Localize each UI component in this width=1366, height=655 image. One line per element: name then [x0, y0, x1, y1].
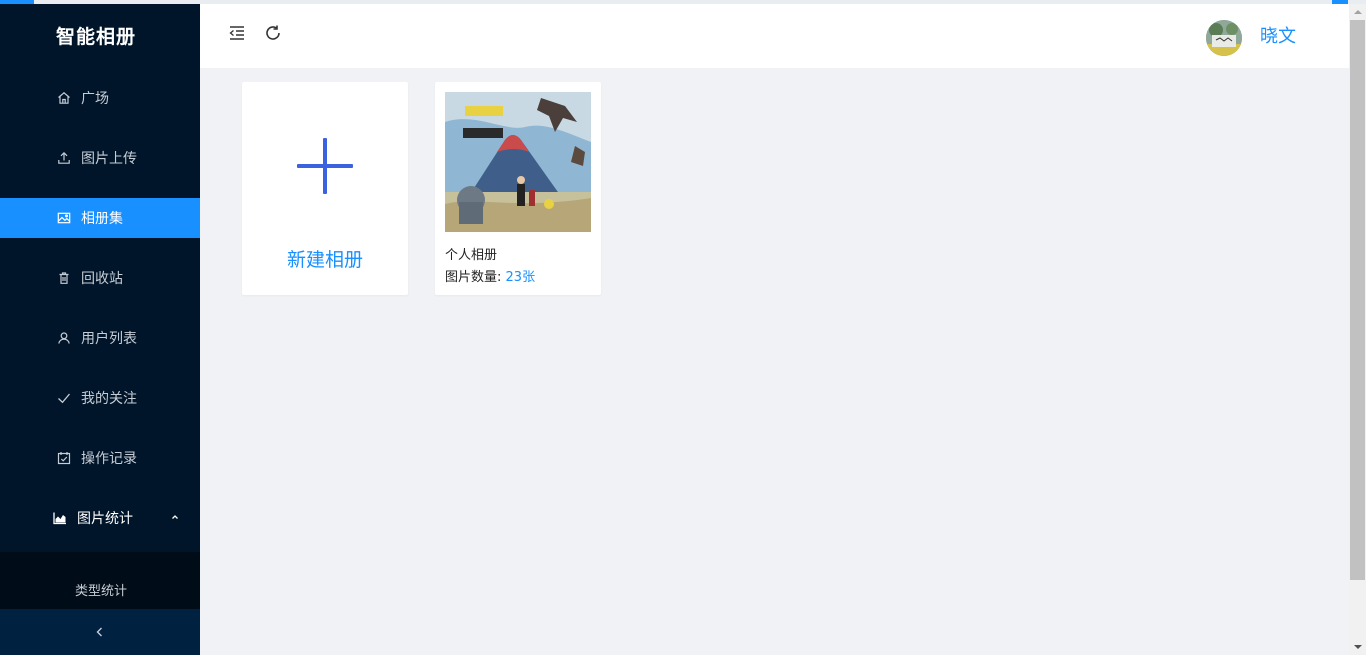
progress-right: [1332, 0, 1348, 4]
sidebar-item-albums[interactable]: 相册集: [0, 198, 200, 238]
user-icon: [56, 330, 72, 346]
sidebar-item-label: 操作记录: [81, 451, 137, 467]
sidebar-item-label: 用户列表: [81, 331, 137, 347]
sidebar: 智能相册 广场 图片上传 相册集 回收站 用户列表 我的关注 操作记录 图片统计…: [0, 0, 200, 655]
sidebar-item-logs[interactable]: 操作记录: [0, 438, 200, 478]
calendar-check-icon: [56, 450, 72, 466]
album-cover-image: [445, 92, 591, 232]
plus-icon: [296, 137, 354, 195]
home-icon: [56, 90, 72, 106]
image-icon: [56, 210, 72, 226]
album-card[interactable]: 个人相册 图片数量: 23张: [435, 82, 601, 295]
sidebar-item-label: 回收站: [81, 271, 123, 287]
new-album-label: 新建相册: [286, 249, 363, 271]
sidebar-item-recycle[interactable]: 回收站: [0, 258, 200, 298]
sidebar-menu: 广场 图片上传 相册集 回收站 用户列表 我的关注 操作记录 图片统计: [0, 78, 200, 558]
page-scrollbar[interactable]: [1349, 4, 1366, 655]
refresh-button[interactable]: [262, 24, 284, 46]
scrollbar-thumb[interactable]: [1350, 20, 1365, 580]
area-chart-icon: [52, 510, 68, 526]
sidebar-item-label: 图片统计: [77, 511, 133, 527]
sidebar-item-follow[interactable]: 我的关注: [0, 378, 200, 418]
trash-icon: [56, 270, 72, 286]
sidebar-item-upload[interactable]: 图片上传: [0, 138, 200, 178]
album-name: 个人相册: [445, 248, 498, 263]
sidebar-item-label: 相册集: [81, 211, 123, 227]
album-count-label: 图片数量:: [445, 270, 502, 285]
sidebar-item-plaza[interactable]: 广场: [0, 78, 200, 118]
collapse-sidebar-button[interactable]: [0, 609, 200, 655]
refresh-icon: [264, 24, 282, 46]
upload-icon: [56, 150, 72, 166]
sidebar-item-users[interactable]: 用户列表: [0, 318, 200, 358]
sidebar-item-label: 图片上传: [81, 151, 137, 167]
top-header: 晓文: [200, 4, 1349, 68]
app-title: 智能相册: [56, 26, 137, 48]
check-icon: [56, 390, 72, 406]
username-link[interactable]: 晓文: [1260, 22, 1296, 48]
scroll-down-icon[interactable]: [1349, 639, 1366, 655]
chevron-left-icon: [94, 623, 106, 642]
menu-fold-icon: [228, 25, 246, 45]
sidebar-item-label: 广场: [81, 91, 109, 107]
progress-left: [0, 0, 34, 4]
sidebar-item-stats[interactable]: 图片统计: [0, 498, 200, 538]
avatar[interactable]: [1206, 20, 1242, 56]
sidebar-item-label: 我的关注: [81, 391, 137, 407]
sidebar-subitem-type-stats[interactable]: 类型统计: [0, 552, 200, 609]
stats-submenu: 类型统计: [0, 552, 200, 609]
new-album-card[interactable]: 新建相册: [242, 82, 408, 295]
top-progress-strip: [0, 0, 1366, 4]
scroll-up-icon[interactable]: [1349, 4, 1366, 20]
album-count-value: 23张: [505, 270, 536, 285]
chevron-up-icon: [170, 510, 180, 526]
menu-fold-button[interactable]: [226, 24, 248, 46]
album-photo-count: 图片数量: 23张: [445, 266, 535, 285]
